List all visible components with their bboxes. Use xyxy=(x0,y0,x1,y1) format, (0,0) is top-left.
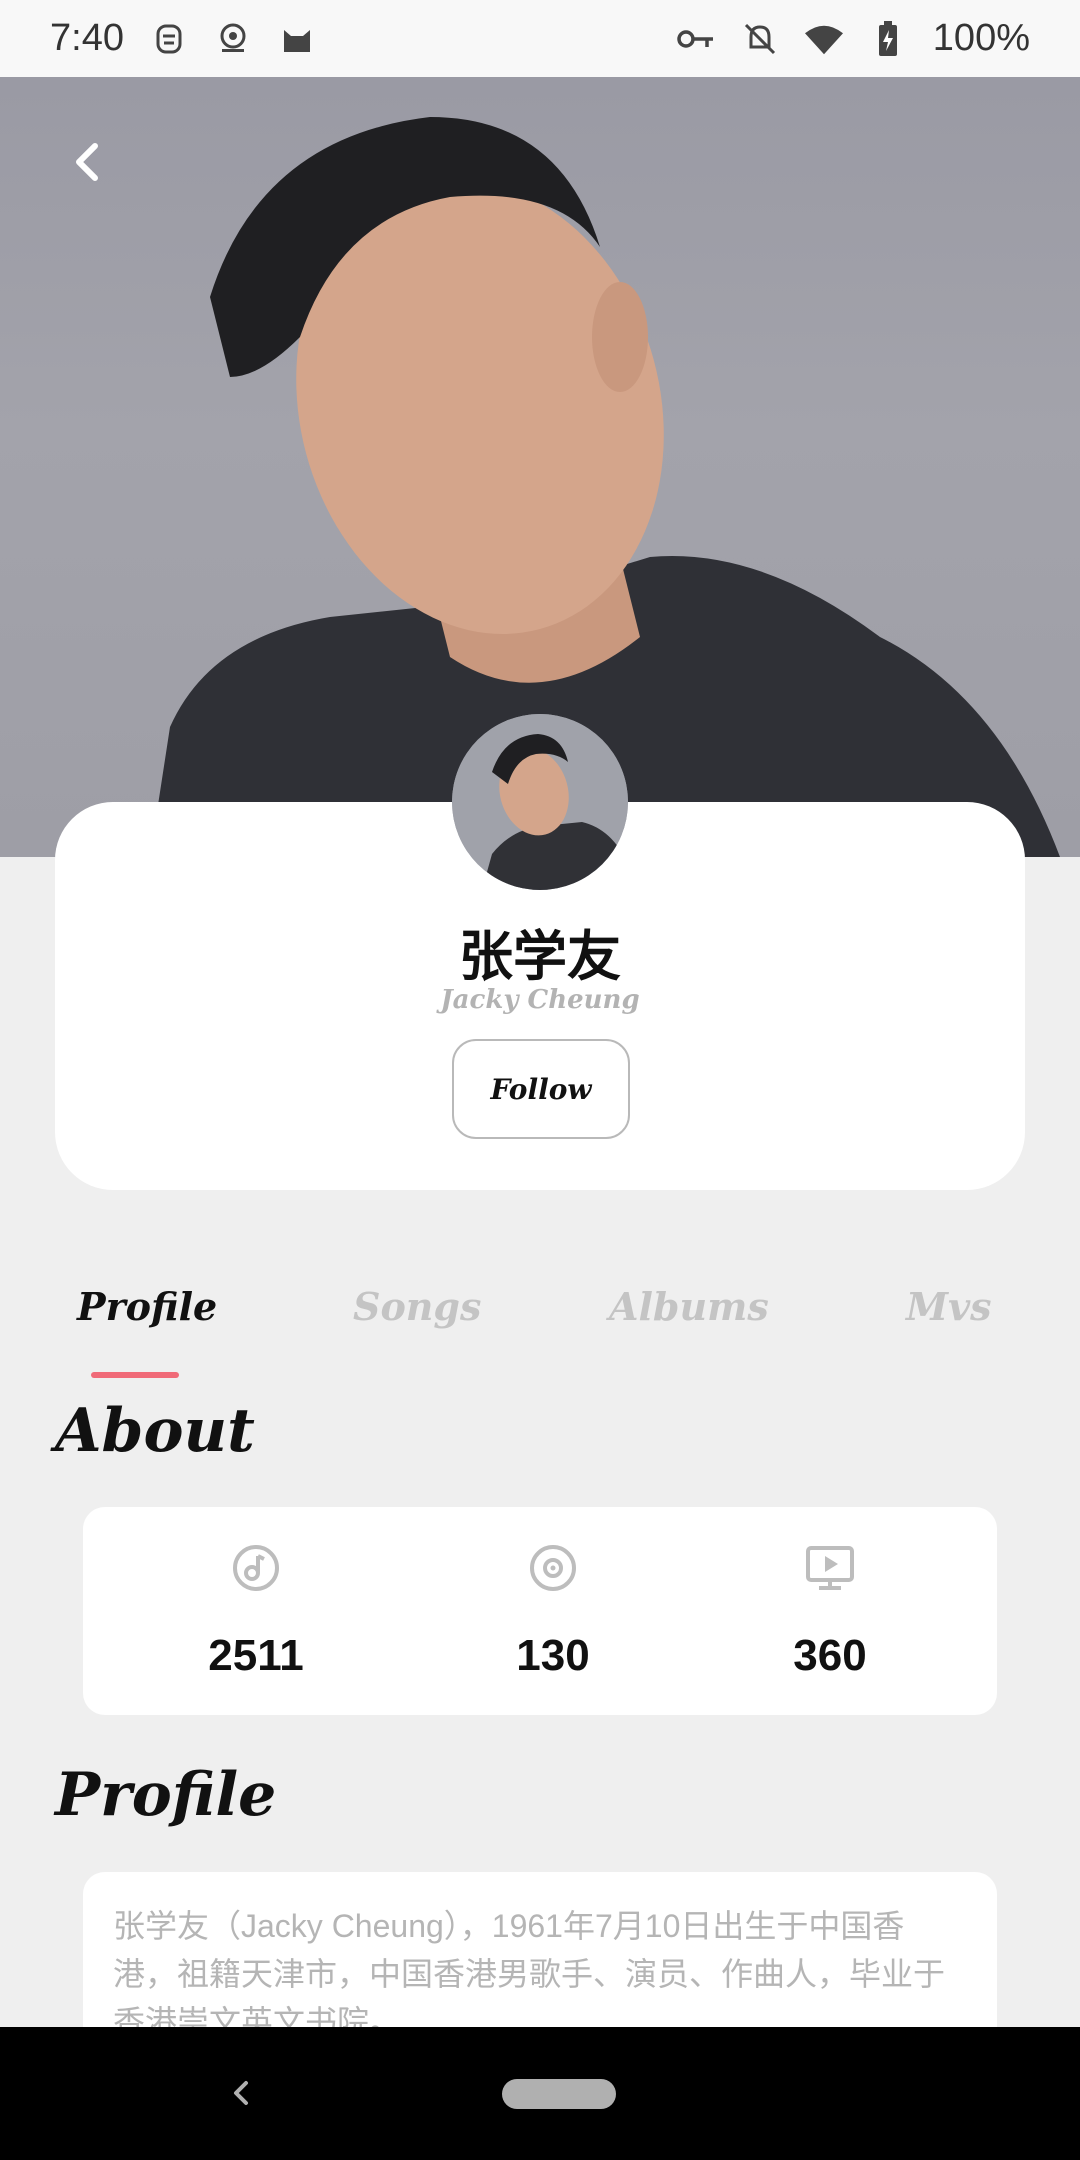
status-bar: 7:40 100% xyxy=(0,0,1080,77)
artist-avatar xyxy=(452,714,628,890)
nav-home-button[interactable] xyxy=(502,2079,616,2109)
profile-bio-text: 张学友（Jacky Cheung），1961年7月10日出生于中国香港，祖籍天津… xyxy=(113,1908,946,2040)
status-bar-left: 7:40 xyxy=(50,17,316,60)
tab-songs[interactable]: Songs xyxy=(353,1284,481,1329)
music-note-disc-icon xyxy=(233,1545,279,1591)
radio-app-icon xyxy=(214,20,252,58)
follow-button[interactable]: Follow xyxy=(452,1039,630,1139)
key-icon xyxy=(677,20,715,58)
nav-back-icon xyxy=(234,2081,248,2105)
profile-title: Profile xyxy=(55,1760,277,1830)
mvs-count: 360 xyxy=(793,1631,867,1680)
about-stats-card: 2511 130 360 xyxy=(83,1507,997,1715)
tab-mvs[interactable]: Mvs xyxy=(906,1284,992,1329)
about-title: About xyxy=(55,1396,255,1466)
cat-app-icon xyxy=(278,20,316,58)
status-time: 7:40 xyxy=(50,17,124,59)
albums-count: 130 xyxy=(516,1631,590,1680)
nav-back-button[interactable] xyxy=(222,2073,262,2113)
system-navigation-bar xyxy=(0,2027,1080,2160)
battery-charging-icon xyxy=(869,20,907,58)
notification-app-icon xyxy=(150,20,188,58)
artist-tabs: Profile Songs Albums Mvs xyxy=(0,1284,1080,1364)
stat-songs[interactable]: 2511 xyxy=(156,1507,356,1715)
bell-off-icon xyxy=(741,20,779,58)
status-bar-right: 100% xyxy=(677,17,1030,60)
tab-albums[interactable]: Albums xyxy=(609,1284,769,1329)
mv-play-icon xyxy=(806,1546,854,1590)
chevron-left-icon xyxy=(76,143,98,181)
artist-name: 张学友 xyxy=(459,927,621,987)
tab-profile[interactable]: Profile xyxy=(77,1284,217,1329)
stat-mvs[interactable]: 360 xyxy=(730,1507,930,1715)
album-disc-icon xyxy=(530,1545,576,1591)
avatar-photo-illustration xyxy=(452,714,628,890)
wifi-icon xyxy=(804,20,843,58)
battery-level: 100% xyxy=(932,17,1030,59)
active-tab-indicator xyxy=(91,1372,179,1378)
songs-count: 2511 xyxy=(208,1631,304,1680)
back-button[interactable] xyxy=(62,137,112,187)
stat-albums[interactable]: 130 xyxy=(453,1507,653,1715)
artist-english-name: Jacky Cheung xyxy=(440,985,640,1015)
